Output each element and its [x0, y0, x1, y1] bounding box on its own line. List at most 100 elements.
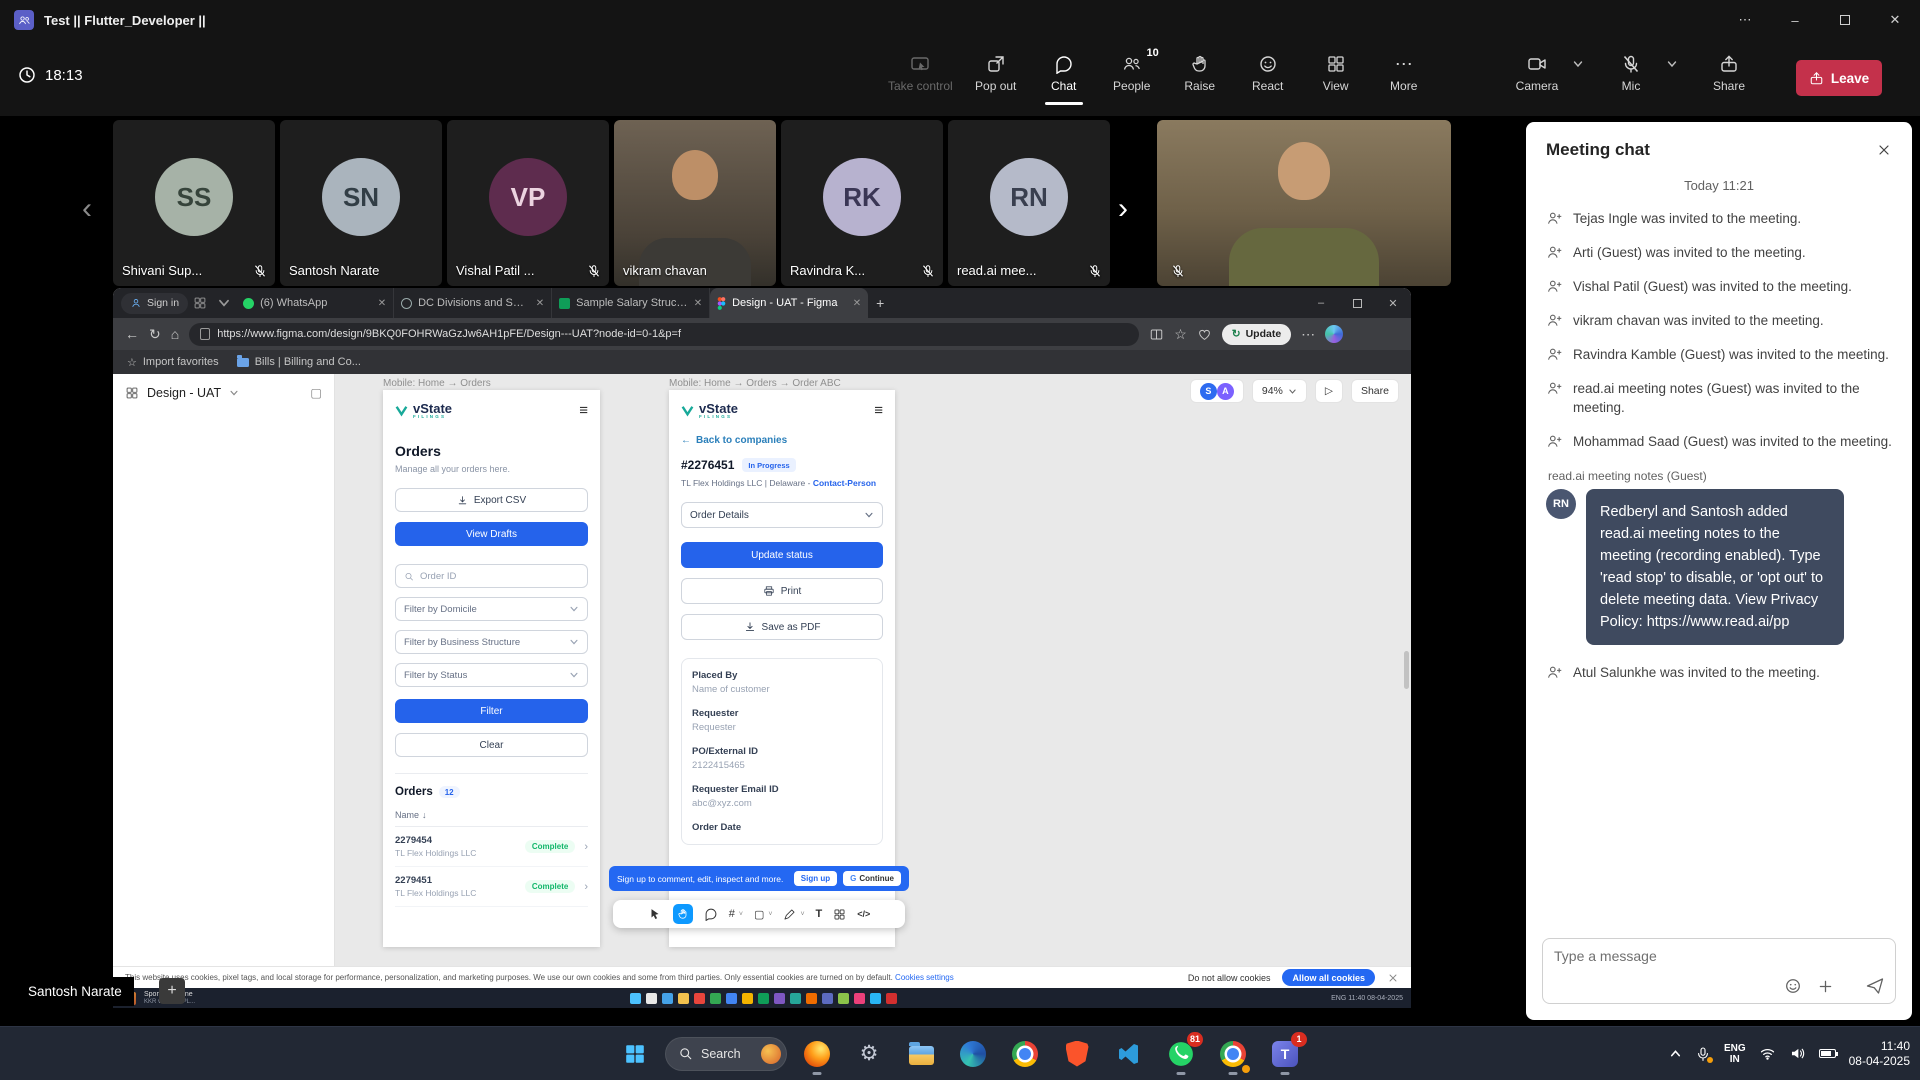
order-details-dropdown[interactable]: Order Details: [681, 502, 883, 528]
cookie-settings-link[interactable]: Cookies settings: [895, 973, 954, 982]
tab-search-icon[interactable]: [217, 296, 231, 310]
tab-close-icon[interactable]: ✕: [378, 298, 386, 309]
browser-tab[interactable]: Sample Salary Structure with cal... ✕: [552, 288, 710, 318]
browser-minimize-button[interactable]: –: [1303, 288, 1339, 318]
minimize-button[interactable]: –: [1770, 0, 1820, 40]
filter-domicile-dropdown[interactable]: Filter by Domicile: [395, 597, 588, 621]
more-button[interactable]: ⋯ More: [1375, 52, 1433, 95]
contact-person-link[interactable]: Contact-Person: [813, 478, 876, 488]
taskbar-whatsapp-icon[interactable]: 81: [1159, 1032, 1203, 1076]
print-button[interactable]: Print: [681, 578, 883, 604]
browser-tab-active[interactable]: Design - UAT - Figma ✕: [710, 288, 868, 318]
chat-input-box[interactable]: [1542, 938, 1896, 1004]
order-row[interactable]: 2279454TL Flex Holdings LLC Complete ›: [395, 827, 588, 867]
mic-control[interactable]: Mic: [1602, 52, 1678, 95]
workspaces-icon[interactable]: [193, 296, 207, 310]
browser-update-button[interactable]: ↻ Update: [1222, 324, 1291, 345]
google-continue-button[interactable]: G Continue: [843, 871, 901, 886]
leave-button[interactable]: Leave: [1796, 60, 1882, 96]
hamburger-icon[interactable]: ≡: [579, 402, 588, 419]
browser-tab[interactable]: (6) WhatsApp ✕: [236, 288, 394, 318]
chevron-down-icon[interactable]: ˅: [800, 911, 804, 918]
tab-close-icon[interactable]: ✕: [536, 298, 544, 309]
titlebar-more-icon[interactable]: ⋯: [1720, 0, 1770, 40]
cookie-close-icon[interactable]: [1387, 972, 1399, 984]
mic-chevron-icon[interactable]: [1666, 58, 1678, 70]
order-id-search[interactable]: [395, 564, 588, 588]
attach-plus-icon[interactable]: [1817, 978, 1834, 995]
taskbar-brave-icon[interactable]: [1055, 1032, 1099, 1076]
file-chevron-icon[interactable]: [229, 388, 239, 398]
chat-message-list[interactable]: Today 11:21 Tejas Ingle was invited to t…: [1526, 168, 1912, 928]
comment-tool-icon[interactable]: [704, 907, 718, 921]
browser-tab[interactable]: DC Divisions and Surroundings ✕: [394, 288, 552, 318]
share-button[interactable]: Share: [1700, 52, 1758, 95]
participant-tile[interactable]: SN Santosh Narate: [280, 120, 442, 286]
pop-out-button[interactable]: Pop out: [967, 52, 1025, 95]
address-bar[interactable]: https://www.figma.com/design/9BKQ0FOHRWa…: [189, 323, 1139, 346]
mic-button[interactable]: Mic: [1602, 52, 1660, 95]
resources-tool-icon[interactable]: [833, 908, 846, 921]
cursor-tool-icon[interactable]: [648, 907, 662, 921]
emoji-icon[interactable]: [1784, 977, 1802, 995]
tab-close-icon[interactable]: ✕: [694, 298, 702, 309]
taskbar-vscode-icon[interactable]: [1107, 1032, 1151, 1076]
back-icon[interactable]: ←: [125, 326, 139, 342]
favorites-folder-link[interactable]: Bills | Billing and Co...: [237, 356, 361, 368]
chevron-down-icon[interactable]: ˅: [768, 911, 772, 918]
language-switcher[interactable]: ENG IN: [1724, 1043, 1746, 1065]
hamburger-icon[interactable]: ≡: [874, 402, 883, 419]
refresh-icon[interactable]: ↻: [149, 326, 161, 343]
chat-button[interactable]: Chat: [1035, 52, 1093, 95]
tray-mic-icon[interactable]: [1695, 1046, 1711, 1062]
frame-breadcrumb[interactable]: Mobile: Home → Orders: [383, 378, 491, 389]
participant-tile[interactable]: vikram chavan: [614, 120, 776, 286]
update-status-button[interactable]: Update status: [681, 542, 883, 568]
participant-tile[interactable]: VP Vishal Patil ...: [447, 120, 609, 286]
spotlight-participant-tile[interactable]: [1157, 120, 1451, 286]
taskbar-chrome-icon[interactable]: [1003, 1032, 1047, 1076]
taskbar-teams-icon[interactable]: T 1: [1263, 1032, 1307, 1076]
dev-mode-icon[interactable]: </>: [857, 909, 870, 919]
page-info-icon[interactable]: [200, 328, 210, 340]
battery-icon[interactable]: [1819, 1049, 1836, 1058]
figma-file-name[interactable]: Design - UAT: [147, 386, 221, 400]
hand-tool-icon[interactable]: [673, 904, 693, 924]
figma-share-button[interactable]: Share: [1351, 379, 1399, 403]
react-button[interactable]: React: [1239, 52, 1297, 95]
frame-panel-icon[interactable]: ▢: [310, 385, 322, 400]
participant-tile[interactable]: RK Ravindra K...: [781, 120, 943, 286]
wifi-icon[interactable]: [1759, 1045, 1776, 1062]
filmstrip-prev-button[interactable]: ‹: [82, 194, 92, 224]
browser-menu-icon[interactable]: ⋯: [1301, 326, 1315, 343]
collaborator-avatars[interactable]: S A: [1190, 379, 1244, 403]
camera-chevron-icon[interactable]: [1572, 58, 1584, 70]
participant-tile[interactable]: RN read.ai mee...: [948, 120, 1110, 286]
name-column-header[interactable]: Name ↓: [395, 810, 588, 827]
frame-breadcrumb[interactable]: Mobile: Home → Orders → Order ABC: [669, 378, 841, 389]
figma-menu-icon[interactable]: [125, 386, 139, 400]
people-button[interactable]: People 10: [1103, 52, 1161, 95]
maximize-button[interactable]: [1820, 0, 1870, 40]
taskbar-firefox-icon[interactable]: [795, 1032, 839, 1076]
start-button[interactable]: [613, 1032, 657, 1076]
order-id-input[interactable]: [420, 571, 579, 582]
browser-profile-button[interactable]: Sign in: [121, 293, 188, 314]
zoom-control[interactable]: 94%: [1252, 379, 1307, 403]
view-button[interactable]: View: [1307, 52, 1365, 95]
decline-cookies-link[interactable]: Do not allow cookies: [1188, 973, 1271, 983]
new-tab-button[interactable]: +: [876, 295, 884, 311]
pen-tool-icon[interactable]: [783, 908, 796, 921]
frame-tool-icon[interactable]: #: [729, 908, 735, 920]
send-icon[interactable]: [1865, 976, 1885, 996]
participant-tile[interactable]: SS Shivani Sup...: [113, 120, 275, 286]
filter-button[interactable]: Filter: [395, 699, 588, 723]
taskbar-settings-icon[interactable]: ⚙: [847, 1032, 891, 1076]
page-scrollbar[interactable]: [1404, 651, 1409, 689]
browser-maximize-button[interactable]: [1339, 288, 1375, 318]
home-icon[interactable]: ⌂: [171, 326, 179, 342]
chat-message-input[interactable]: [1543, 939, 1895, 973]
filter-structure-dropdown[interactable]: Filter by Business Structure: [395, 630, 588, 654]
camera-control[interactable]: Camera: [1508, 52, 1584, 95]
taskbar-chrome-profile-icon[interactable]: [1211, 1032, 1255, 1076]
